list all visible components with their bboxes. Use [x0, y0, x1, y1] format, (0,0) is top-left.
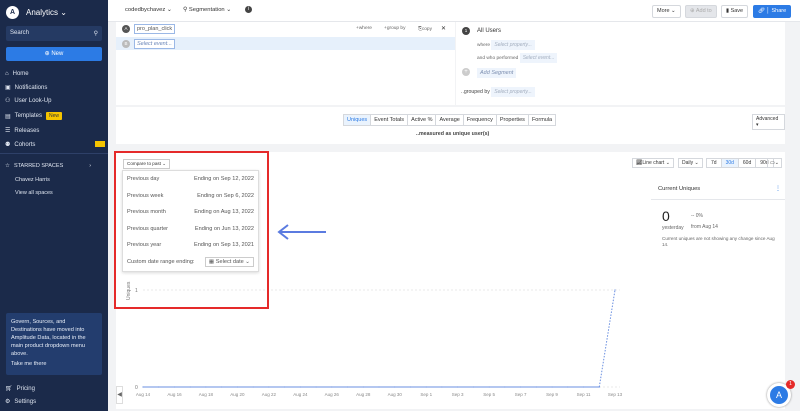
data-point: [173, 386, 176, 388]
x-tick-label: Sep 11: [577, 392, 591, 397]
x-tick-label: Sep 9: [546, 392, 558, 397]
data-point: [457, 386, 459, 388]
notification-badge: 1: [786, 380, 795, 389]
compare-option[interactable]: Previous day Ending on Sep 12, 2022: [123, 171, 258, 188]
compare-menu: Previous day Ending on Sep 12, 2022 Previo…: [122, 170, 259, 272]
compare-label: Compare to past: [127, 161, 161, 166]
x-tick-label: Aug 22: [262, 392, 277, 397]
option-label: Previous quarter: [127, 225, 169, 232]
custom-range-label: Custom date range ending:: [127, 258, 195, 265]
data-point: [582, 386, 585, 388]
series-line-incomplete: [598, 289, 616, 388]
data-point: [221, 386, 223, 388]
x-tick-label: Sep 3: [452, 392, 464, 397]
select-date-label: Select date: [215, 258, 244, 265]
data-point: [504, 386, 506, 388]
compare-option[interactable]: Previous year Ending on Sep 13, 2021: [123, 237, 258, 254]
data-point: [441, 386, 443, 388]
data-point: [520, 386, 522, 388]
data-point: [142, 386, 144, 388]
x-tick-label: Sep 13: [608, 392, 623, 397]
data-point: [535, 386, 537, 388]
x-tick-label: Aug 18: [199, 392, 214, 397]
data-point: [315, 386, 317, 388]
data-point: [378, 386, 380, 388]
data-point: [614, 289, 616, 291]
data-point: [346, 386, 349, 388]
x-tick-label: Sep 7: [515, 392, 527, 397]
compare-option[interactable]: Previous quarter Ending on Jun 13, 2022: [123, 221, 258, 238]
data-point: [409, 386, 412, 388]
data-point: [362, 386, 364, 388]
option-end-date: Ending on Sep 6, 2022: [197, 192, 254, 199]
data-point: [205, 386, 207, 388]
custom-range-row: Custom date range ending: ▦ Select date ⌄: [123, 254, 258, 271]
option-end-date: Ending on Sep 12, 2022: [193, 176, 254, 183]
data-point: [598, 386, 600, 388]
x-tick-label: Sep 5: [483, 392, 495, 397]
option-label: Previous month: [127, 209, 166, 216]
data-point: [236, 386, 238, 388]
compare-option[interactable]: Previous week Ending on Sep 6, 2022: [123, 188, 258, 205]
data-point: [158, 386, 160, 388]
option-label: Previous year: [127, 242, 162, 249]
data-point: [425, 386, 427, 388]
option-label: Previous day: [127, 176, 160, 183]
compare-to-past-dropdown[interactable]: Compare to past ⌄: [123, 159, 171, 169]
x-tick-label: Aug 30: [388, 392, 403, 397]
data-point: [299, 386, 301, 388]
option-end-date: Ending on Aug 13, 2022: [194, 209, 254, 216]
x-tick-label: Sep 1: [420, 392, 432, 397]
compare-option[interactable]: Previous month Ending on Aug 13, 2022: [123, 204, 258, 221]
data-point: [252, 386, 254, 388]
data-point: [488, 386, 490, 388]
data-point: [567, 386, 569, 388]
y-tick-label: 0: [135, 385, 138, 391]
data-point: [472, 386, 474, 388]
x-tick-label: Aug 14: [136, 392, 151, 397]
x-tick-label: Aug 16: [167, 392, 182, 397]
data-point: [268, 386, 270, 388]
data-point: [551, 386, 553, 388]
x-tick-label: Aug 20: [230, 392, 245, 397]
option-label: Previous week: [127, 192, 164, 199]
option-end-date: Ending on Sep 13, 2021: [193, 242, 254, 249]
calendar-icon: ▦: [208, 258, 215, 265]
select-date-button[interactable]: ▦ Select date ⌄: [204, 256, 254, 267]
x-tick-label: Aug 26: [325, 392, 340, 397]
data-point: [189, 386, 191, 388]
data-point: [284, 386, 286, 388]
data-point: [394, 386, 396, 388]
arrow-left-icon: [277, 224, 326, 240]
option-end-date: Ending on Jun 13, 2022: [194, 225, 254, 232]
data-point: [331, 386, 333, 388]
x-tick-label: Aug 24: [293, 392, 308, 397]
x-tick-label: Aug 28: [356, 392, 371, 397]
